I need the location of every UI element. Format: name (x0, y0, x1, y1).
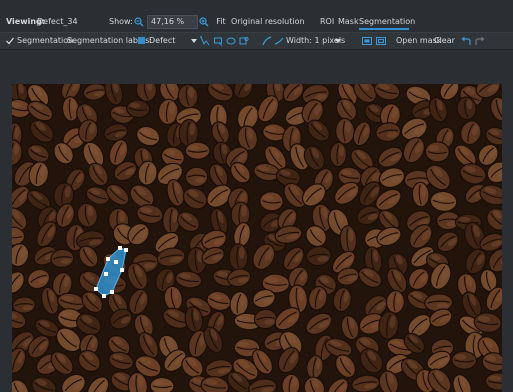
zoom-out-icon[interactable] (134, 17, 144, 27)
selected-label[interactable]: Defect (149, 35, 175, 47)
clear-button[interactable]: Clear (434, 35, 455, 47)
chevron-down-icon[interactable] (333, 36, 343, 46)
tab-roi[interactable]: ROI (320, 15, 334, 28)
polygon-vertex-handle[interactable] (94, 287, 98, 291)
rectangle-tool-icon[interactable] (213, 36, 223, 46)
polygon-vertex-handle[interactable] (114, 260, 118, 264)
polygon-select-icon[interactable] (200, 36, 210, 46)
view-toolbar: Viewing: Defect_34 Show: 47,16 % Fit Ori… (0, 12, 513, 32)
segmentation-checkbox-label[interactable]: Segmentation (17, 35, 73, 47)
show-outline-icon[interactable] (376, 36, 386, 46)
zoom-field[interactable]: 47,16 % (147, 15, 198, 29)
tab-mask[interactable]: Mask (338, 15, 359, 28)
brush-icon[interactable] (262, 36, 272, 46)
polygon-vertex-handle[interactable] (106, 257, 110, 261)
polygon-vertex-handle[interactable] (120, 268, 124, 272)
polygon-vertex-handle[interactable] (124, 248, 128, 252)
image-name: Defect_34 (37, 17, 78, 26)
polygon-vertex-handle[interactable] (110, 290, 114, 294)
check-icon[interactable] (5, 36, 15, 46)
zoom-in-icon[interactable] (199, 17, 209, 27)
ellipse-tool-icon[interactable] (226, 36, 236, 46)
tab-segmentation[interactable]: Segmentation (359, 15, 415, 30)
polygon-vertex-handle[interactable] (118, 246, 122, 250)
fit-button[interactable]: Fit (214, 15, 228, 28)
line-width-icon[interactable] (274, 36, 284, 46)
redo-icon[interactable] (475, 36, 485, 46)
segmentation-toolbar: Segmentation Segmentation labels: Defect… (0, 32, 513, 50)
show-label: Show: (109, 17, 133, 26)
undo-icon[interactable] (461, 36, 471, 46)
show-mask-icon[interactable] (362, 36, 372, 46)
chevron-down-icon[interactable] (189, 36, 199, 46)
label-color-swatch (138, 37, 145, 44)
polygon-vertex-handle[interactable] (102, 294, 106, 298)
coffee-beans-image (12, 84, 502, 392)
image-canvas[interactable] (12, 84, 502, 392)
original-resolution-button[interactable]: Original resolution (231, 15, 305, 28)
polygon-vertex-handle[interactable] (104, 272, 108, 276)
magic-wand-icon[interactable] (239, 36, 249, 46)
